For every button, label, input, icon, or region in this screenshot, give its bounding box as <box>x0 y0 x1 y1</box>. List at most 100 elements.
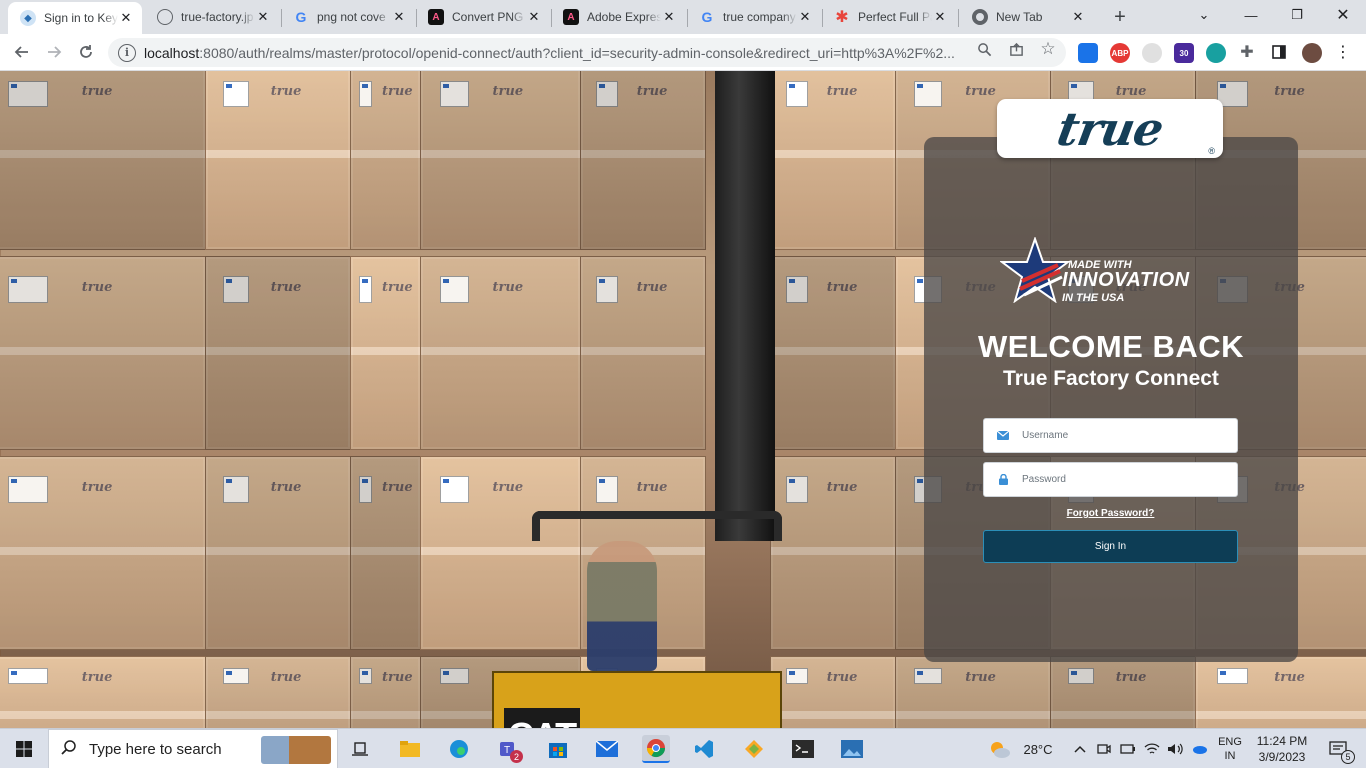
meet-now-icon[interactable] <box>1094 729 1114 768</box>
tab-convert-png[interactable]: A Convert PNG ✕ <box>416 0 550 34</box>
warehouse-box: true <box>770 456 896 650</box>
plastic-wrap <box>421 149 580 158</box>
plastic-wrap <box>1196 711 1366 719</box>
url-text[interactable]: localhost:8080/auth/realms/master/protoc… <box>144 45 974 61</box>
close-icon[interactable]: ✕ <box>932 9 948 25</box>
tab-new-tab[interactable]: New Tab ✕ <box>960 0 1094 34</box>
tab-search-chevron-icon[interactable]: ⌄ <box>1181 0 1227 30</box>
warehouse-box: true <box>350 656 421 728</box>
weather-icon[interactable] <box>985 729 1015 768</box>
tab-sign-in[interactable]: ◆ Sign in to Key ✕ <box>8 2 142 34</box>
warehouse-box: true <box>205 71 351 250</box>
shipping-label <box>7 276 49 304</box>
tab-title: New Tab <box>996 10 1043 24</box>
close-icon[interactable]: ✕ <box>661 9 677 25</box>
share-icon[interactable] <box>1007 40 1025 58</box>
wifi-icon[interactable] <box>1142 729 1162 768</box>
address-bar[interactable]: i localhost:8080/auth/realms/master/prot… <box>108 38 1066 67</box>
app-subtitle: True Factory Connect <box>1003 367 1219 390</box>
back-button[interactable] <box>8 38 36 66</box>
shipping-label <box>785 668 809 684</box>
plastic-wrap <box>421 347 580 355</box>
bookmark-star-icon[interactable]: ☆ <box>1039 39 1057 58</box>
box-brand-text: true <box>81 480 113 496</box>
shipping-label <box>223 80 250 107</box>
language-indicator[interactable]: ENG IN <box>1212 729 1248 768</box>
circle-extension-icon[interactable] <box>1206 43 1226 63</box>
extensions-puzzle-icon[interactable]: ✚ <box>1238 43 1256 61</box>
plastic-wrap <box>206 711 350 719</box>
ghost-extension-icon[interactable] <box>1142 43 1162 63</box>
shipping-label <box>223 476 250 504</box>
close-icon[interactable]: ✕ <box>391 9 407 25</box>
windows-start-icon[interactable] <box>10 735 38 763</box>
username-input[interactable] <box>1022 430 1222 441</box>
tab-title: png not cove <box>317 10 386 24</box>
weather-temperature[interactable]: 28°C <box>1018 729 1058 768</box>
edge-browser-icon[interactable] <box>445 735 473 763</box>
tab-true-company[interactable]: G true company ✕ <box>687 0 821 34</box>
warehouse-box: true <box>1050 656 1196 728</box>
terminal-icon[interactable] <box>789 735 817 763</box>
box-brand-text: true <box>965 670 996 686</box>
vscode-icon[interactable] <box>691 735 719 763</box>
plastic-wrap <box>771 347 895 355</box>
menu-kebab-icon[interactable]: ⋮ <box>1334 43 1352 61</box>
reload-button[interactable] <box>72 38 100 66</box>
close-icon[interactable]: ✕ <box>797 9 813 25</box>
browser-toolbar: i localhost:8080/auth/realms/master/prot… <box>0 34 1366 71</box>
zoom-icon[interactable] <box>975 40 993 58</box>
new-tab-button[interactable]: + <box>1108 5 1132 29</box>
close-icon[interactable]: ✕ <box>1070 9 1086 25</box>
forgot-password-link[interactable]: Forgot Password? <box>983 508 1238 519</box>
notifications-button[interactable]: 5 <box>1318 729 1358 768</box>
tab-perfect-full-page[interactable]: ✱ Perfect Full Pa ✕ <box>822 0 956 34</box>
forward-button[interactable] <box>40 38 68 66</box>
password-input[interactable] <box>1022 474 1222 485</box>
taskbar-search-box[interactable]: Type here to search <box>48 729 338 768</box>
password-field[interactable] <box>983 462 1238 497</box>
chrome-taskbar-icon[interactable] <box>642 735 670 763</box>
tab-true-factory[interactable]: true-factory.jp ✕ <box>145 0 279 34</box>
task-view-icon[interactable] <box>346 735 374 763</box>
warehouse-box: true <box>420 71 581 250</box>
box-brand-text: true <box>1274 670 1305 686</box>
plastic-wrap <box>896 711 1050 719</box>
shipping-label <box>914 668 943 684</box>
box-brand-text: true <box>1115 670 1147 686</box>
side-panel-icon[interactable] <box>1270 43 1288 61</box>
close-window-button[interactable]: ✕ <box>1320 0 1366 30</box>
file-explorer-icon[interactable] <box>396 735 424 763</box>
clock[interactable]: 11:24 PM 3/9/2023 <box>1252 729 1312 768</box>
battery-icon[interactable] <box>1118 729 1138 768</box>
box-brand-text: true <box>81 280 113 296</box>
minimize-button[interactable]: — <box>1228 0 1274 30</box>
profile-avatar[interactable] <box>1302 43 1322 63</box>
teams-icon[interactable]: T 2 <box>495 735 523 763</box>
tab-adobe-express[interactable]: A Adobe Expres ✕ <box>551 0 685 34</box>
close-icon[interactable]: ✕ <box>255 9 271 25</box>
translate-extension-icon[interactable] <box>1078 43 1098 63</box>
language-code: ENG <box>1218 736 1242 748</box>
onedrive-icon[interactable] <box>1188 729 1210 768</box>
tab-png-not-covered[interactable]: G png not cove ✕ <box>281 0 415 34</box>
close-icon[interactable]: ✕ <box>118 10 134 26</box>
search-highlight-image <box>261 736 331 764</box>
tab-strip: ◆ Sign in to Key ✕ true-factory.jp ✕ G p… <box>0 0 1366 34</box>
microsoft-store-icon[interactable] <box>544 735 572 763</box>
close-icon[interactable]: ✕ <box>526 9 542 25</box>
graduation-extension-icon[interactable]: 30 <box>1174 43 1194 63</box>
site-info-icon[interactable]: i <box>118 43 136 62</box>
colorful-app-icon[interactable] <box>740 735 768 763</box>
mail-icon[interactable] <box>593 735 621 763</box>
sign-in-button[interactable]: Sign In <box>983 530 1238 563</box>
maximize-button[interactable]: ❐ <box>1274 0 1320 30</box>
volume-icon[interactable] <box>1164 729 1186 768</box>
login-page: true true true true true true true true true true… <box>0 71 1366 728</box>
username-field[interactable] <box>983 418 1238 453</box>
shipping-label <box>440 668 469 684</box>
shipping-label <box>595 276 619 304</box>
chevron-up-icon[interactable] <box>1070 729 1090 768</box>
adblock-extension-icon[interactable]: ABP <box>1110 43 1130 63</box>
photos-icon[interactable] <box>838 735 866 763</box>
